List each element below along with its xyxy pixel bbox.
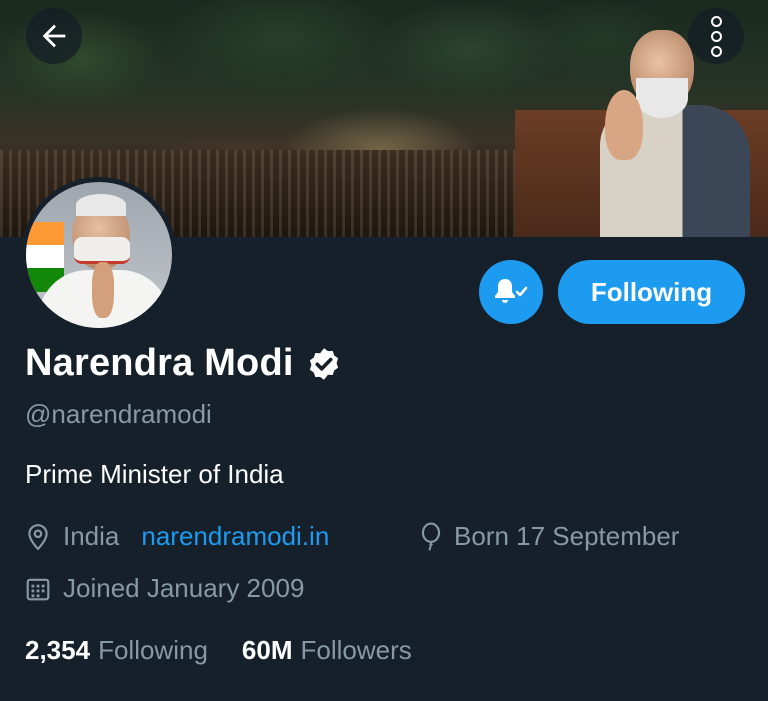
profile-birthday: Born 17 September [418,521,679,552]
location-pin-icon [25,523,51,551]
followers-label: Followers [300,635,412,665]
profile-website-link[interactable]: narendramodi.in [141,521,329,552]
following-button[interactable]: Following [558,260,745,324]
more-vertical-icon [710,15,722,57]
bell-subscribed-icon [495,279,528,303]
following-stat[interactable]: 2,354 Following [25,635,208,666]
profile-stats: 2,354 Following 60M Followers [25,635,446,666]
profile-avatar[interactable] [21,177,177,333]
more-options-button[interactable] [688,8,744,64]
verified-badge-icon [309,347,338,380]
profile-birthday-text: Born 17 September [454,521,680,551]
followers-stat[interactable]: 60M Followers [242,635,412,666]
profile-handle: @narendramodi [25,399,212,429]
profile-bio: Prime Minister of India [25,459,284,489]
profile-joined-row: Joined January 2009 [25,573,304,604]
following-label: Following [98,635,208,665]
balloon-icon [418,522,444,552]
profile-name-row: Narendra Modi [25,342,342,385]
profile-location: India [63,521,120,551]
back-button[interactable] [26,8,82,64]
calendar-icon [25,576,51,602]
arrow-left-icon [42,24,66,48]
profile-meta-row: India narendramodi.in [25,521,329,552]
profile-name: Narendra Modi [25,342,294,384]
notifications-button[interactable] [479,260,543,324]
following-count: 2,354 [25,635,91,665]
followers-count: 60M [241,635,293,665]
profile-joined-text: Joined January 2009 [63,573,305,603]
